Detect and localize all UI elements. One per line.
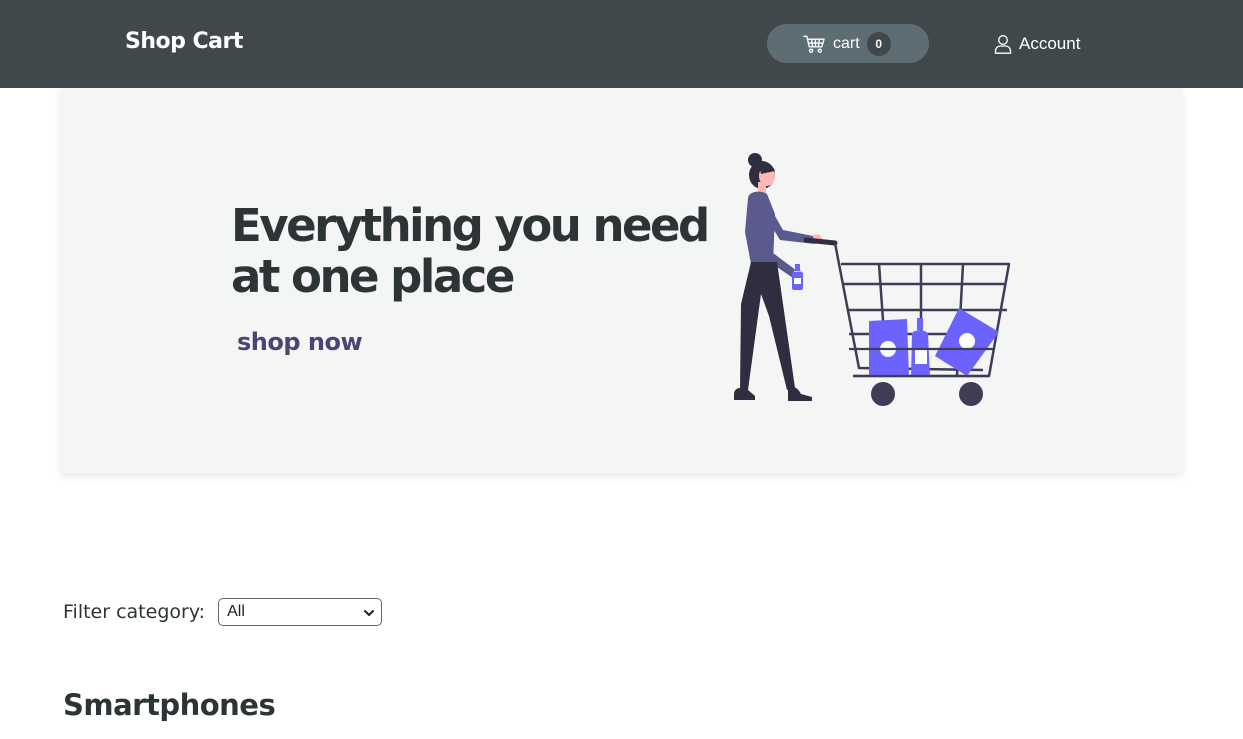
category-select[interactable]: All <box>218 598 383 626</box>
section-heading: Smartphones <box>63 688 276 722</box>
cart-icon <box>803 34 826 54</box>
cart-label: cart <box>833 34 860 52</box>
user-icon <box>994 34 1012 54</box>
hero-banner: Everything you need at one place shop no… <box>61 88 1182 473</box>
category-select-value: All <box>227 603 245 620</box>
account-link[interactable]: Account <box>994 33 1080 55</box>
top-nav-bar: Shop Cart cart 0 Account <box>0 0 1243 88</box>
account-label: Account <box>1019 34 1081 53</box>
category-filter: Filter category: All <box>63 598 383 626</box>
hero-title-line-1: Everything you need <box>231 199 710 252</box>
chevron-down-icon <box>363 607 375 619</box>
shopping-illustration <box>731 144 1031 414</box>
hero-title: Everything you need at one place <box>231 200 711 302</box>
brand-logo[interactable]: Shop Cart <box>125 29 243 54</box>
filter-label: Filter category: <box>63 601 206 623</box>
cart-button[interactable]: cart 0 <box>767 24 929 63</box>
hero-title-line-2: at one place <box>231 250 515 303</box>
cart-count-badge: 0 <box>866 31 891 56</box>
shop-now-link[interactable]: shop now <box>237 328 363 356</box>
